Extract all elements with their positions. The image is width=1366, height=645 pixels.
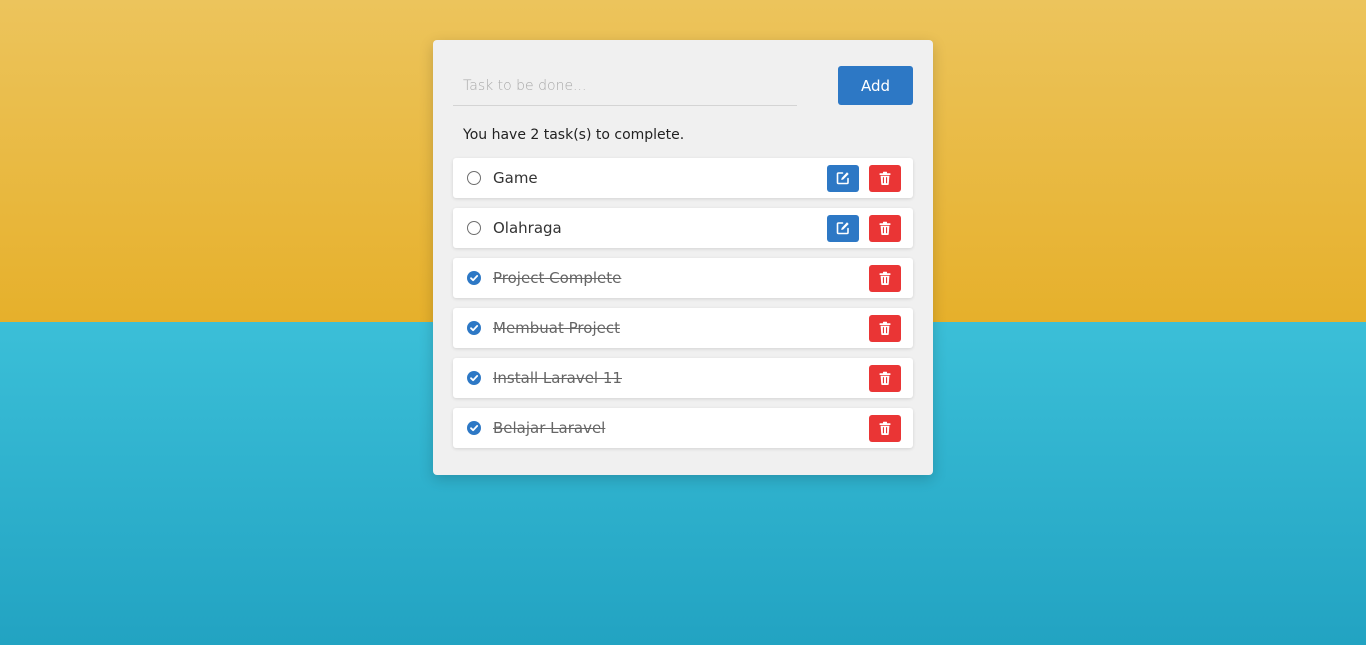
check-circle-icon[interactable]: [467, 271, 481, 285]
delete-task-button[interactable]: [869, 165, 901, 192]
delete-task-button[interactable]: [869, 365, 901, 392]
add-button[interactable]: Add: [838, 66, 913, 105]
task-label: Belajar Laravel: [493, 419, 606, 437]
check-circle-icon[interactable]: [467, 421, 481, 435]
task-list: Game Olahraga Project Complete Membuat Proj…: [453, 158, 913, 458]
check-circle-icon[interactable]: [467, 371, 481, 385]
circle-icon[interactable]: [467, 171, 481, 185]
task-label: Olahraga: [493, 219, 562, 237]
circle-icon[interactable]: [467, 221, 481, 235]
task-item: Belajar Laravel: [453, 408, 913, 448]
delete-task-button[interactable]: [869, 265, 901, 292]
todo-card: Add You have 2 task(s) to complete. Game…: [433, 40, 933, 475]
edit-task-button[interactable]: [827, 215, 859, 242]
edit-task-button[interactable]: [827, 165, 859, 192]
task-item: Install Laravel 11: [453, 358, 913, 398]
task-label: Game: [493, 169, 538, 187]
task-item: Olahraga: [453, 208, 913, 248]
check-circle-icon[interactable]: [467, 321, 481, 335]
task-count-summary: You have 2 task(s) to complete.: [463, 127, 685, 143]
task-label: Install Laravel 11: [493, 369, 622, 387]
task-item: Membuat Project: [453, 308, 913, 348]
task-item: Project Complete: [453, 258, 913, 298]
task-item: Game: [453, 158, 913, 198]
task-input[interactable]: [453, 66, 797, 106]
delete-task-button[interactable]: [869, 315, 901, 342]
delete-task-button[interactable]: [869, 215, 901, 242]
task-label: Project Complete: [493, 269, 622, 287]
task-label: Membuat Project: [493, 319, 620, 337]
delete-task-button[interactable]: [869, 415, 901, 442]
